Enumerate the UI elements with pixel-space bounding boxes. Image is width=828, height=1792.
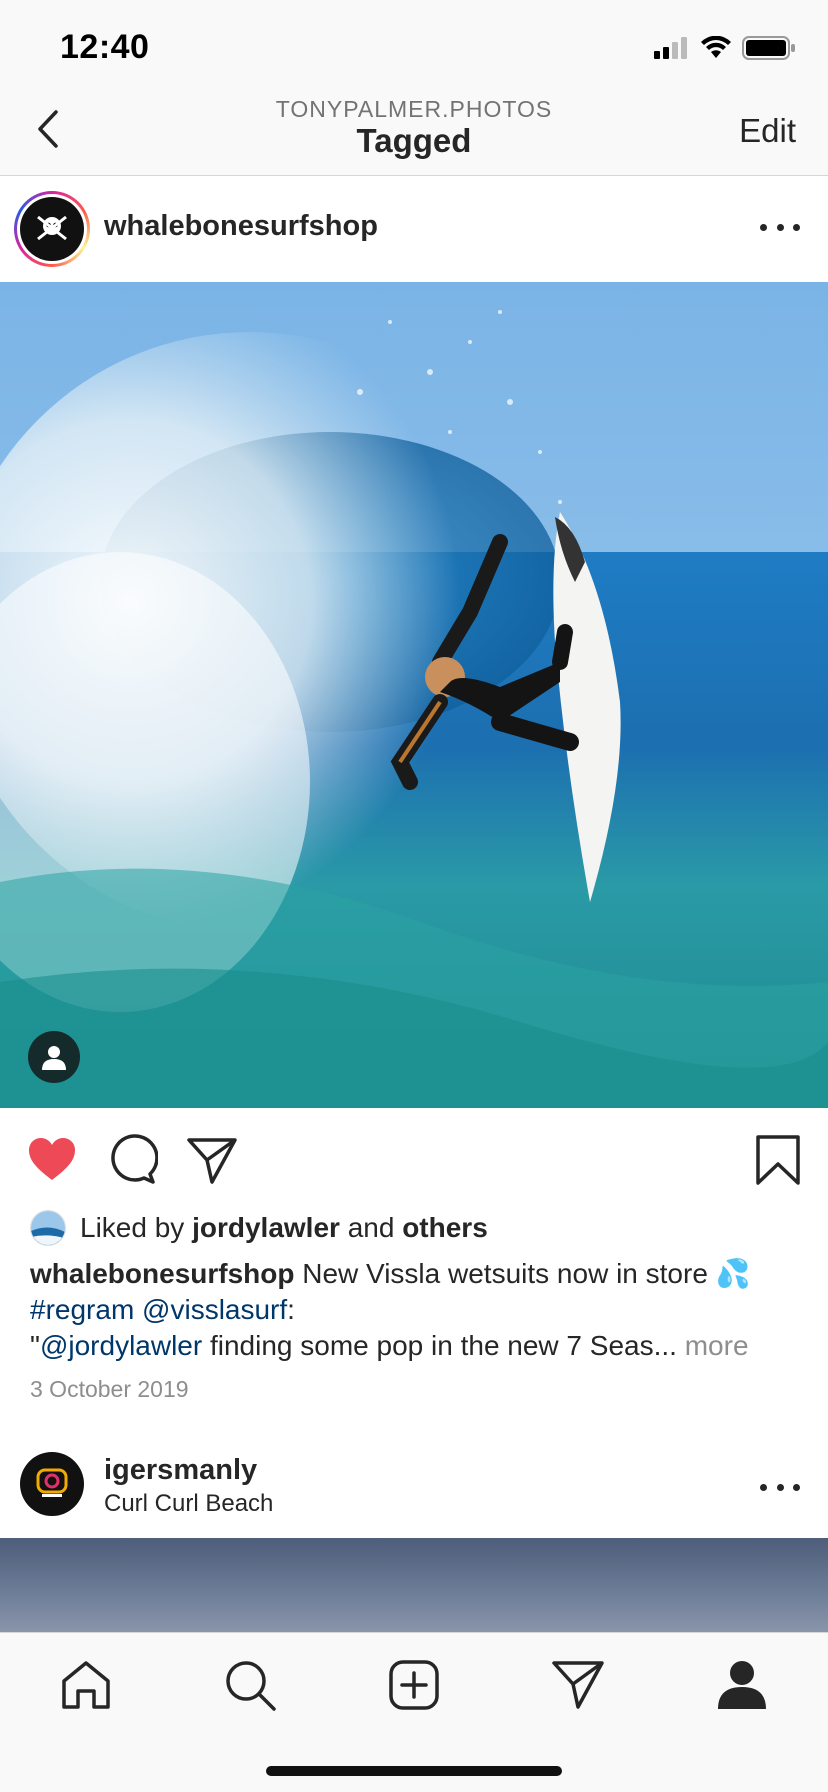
like-button[interactable] [26,1134,78,1186]
nav-bar: TONYPALMER.PHOTOS Tagged Edit [0,92,828,176]
caption-more-link[interactable]: more [685,1330,749,1361]
caption-text: New Vissla wetsuits now in store 💦 [294,1258,751,1289]
mention-link[interactable]: @jordylawler [40,1330,202,1361]
share-icon [187,1138,237,1184]
tab-profile[interactable] [714,1657,770,1713]
post-caption: whalebonesurfshop New Vissla wetsuits no… [30,1256,810,1364]
edit-button[interactable]: Edit [739,112,796,150]
nav-subtitle: TONYPALMER.PHOTOS [275,96,553,122]
more-options-button[interactable] [760,1482,800,1492]
comment-button[interactable] [106,1134,159,1186]
skull-logo-icon [20,197,84,261]
post-actions [0,1108,828,1208]
dot [760,1483,767,1491]
status-time: 12:40 [60,28,150,66]
liker-avatar [30,1210,66,1246]
direct-icon [552,1661,604,1709]
post-username[interactable]: whalebonesurfshop [104,210,378,243]
dot [776,1483,784,1491]
post-image[interactable] [0,282,828,1108]
hashtag-link[interactable]: #regram [30,1294,134,1325]
dot [776,223,784,231]
likes-summary[interactable]: Liked by jordylawler and others [30,1206,488,1250]
tab-direct[interactable] [550,1657,606,1713]
page-title: Tagged [356,122,472,159]
mention-link[interactable]: @visslasurf [142,1294,287,1325]
profile-icon [718,1661,766,1709]
search-icon [226,1661,276,1711]
bookmark-icon [756,1135,800,1185]
likes-others[interactable]: others [402,1212,488,1244]
home-icon [62,1661,110,1709]
share-button[interactable] [186,1134,238,1186]
post-location[interactable]: Curl Curl Beach [104,1490,273,1518]
avatar[interactable] [14,191,90,267]
home-indicator [266,1766,562,1776]
comment-icon [111,1134,159,1184]
tab-search[interactable] [222,1657,278,1713]
post-header: igersmanly Curl Curl Beach [0,1436,828,1536]
add-post-icon [389,1660,439,1710]
likes-prefix: Liked by [80,1212,193,1243]
battery-icon [742,36,795,60]
post-username[interactable]: igersmanly [104,1454,257,1487]
post-image[interactable] [0,1538,828,1634]
save-button[interactable] [752,1134,804,1186]
tagged-people-button[interactable] [28,1031,80,1083]
caption-text: finding some pop in the new 7 Seas... [202,1330,685,1361]
wifi-icon [701,36,731,58]
person-icon [42,1046,66,1070]
status-icons [654,36,796,60]
more-options-button[interactable] [760,212,800,242]
caption-username[interactable]: whalebonesurfshop [30,1258,294,1289]
liker-username[interactable]: jordylawler [192,1212,340,1244]
tab-add-post[interactable] [386,1657,442,1713]
likes-middle: and [339,1212,403,1243]
signal-icon [654,37,687,59]
dot [760,223,767,231]
tab-home[interactable] [58,1657,114,1713]
post-header: whalebonesurfshop [0,176,828,282]
caption-colon: : [287,1294,295,1325]
heart-icon [29,1138,75,1180]
instagramers-logo-icon [36,1468,68,1497]
status-bar: 12:40 [0,0,828,92]
post-date: 3 October 2019 [30,1376,189,1402]
tab-bar [0,1632,828,1792]
dot [793,1483,800,1491]
caption-quote: " [30,1330,40,1361]
dot [793,223,800,231]
avatar[interactable] [20,1452,84,1516]
